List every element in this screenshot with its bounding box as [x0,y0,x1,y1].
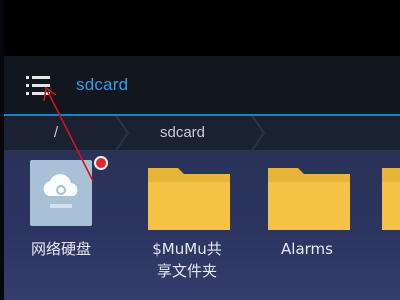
breadcrumb-item-sdcard[interactable]: sdcard [160,116,205,150]
file-item-alarms-folder[interactable]: Alarms [256,150,356,300]
folder-icon [380,160,400,230]
cloud-drive-icon [30,160,92,226]
breadcrumb-item-root[interactable]: / [54,116,58,150]
file-item-mumu-folder[interactable]: $MuMu共 享文件夹 [136,150,236,300]
menu-icon[interactable] [24,73,52,99]
file-item-label-line2: 享文件夹 [156,262,217,280]
file-item-label-line1: $MuMu共 [152,240,222,258]
file-item-partial-folder[interactable] [380,150,400,300]
status-bar [4,0,400,56]
chevron-right-icon [250,116,266,150]
file-manager-screen: sdcard / sdcard 网络硬盘 $MuMu共 享文件夹 Alarms [4,0,400,300]
file-item-label: Alarms [281,240,333,258]
folder-icon [146,160,230,230]
chevron-right-icon [114,116,130,150]
breadcrumb: / sdcard [4,116,400,150]
app-bar: sdcard [4,56,400,114]
page-title: sdcard [76,75,129,94]
file-item-cloud-drive[interactable]: 网络硬盘 [4,150,108,300]
file-grid: 网络硬盘 $MuMu共 享文件夹 Alarms [4,150,400,300]
file-item-label: 网络硬盘 [30,240,91,258]
notification-badge [94,156,108,170]
file-item-label: $MuMu共 享文件夹 [128,238,246,282]
folder-icon [266,160,350,230]
